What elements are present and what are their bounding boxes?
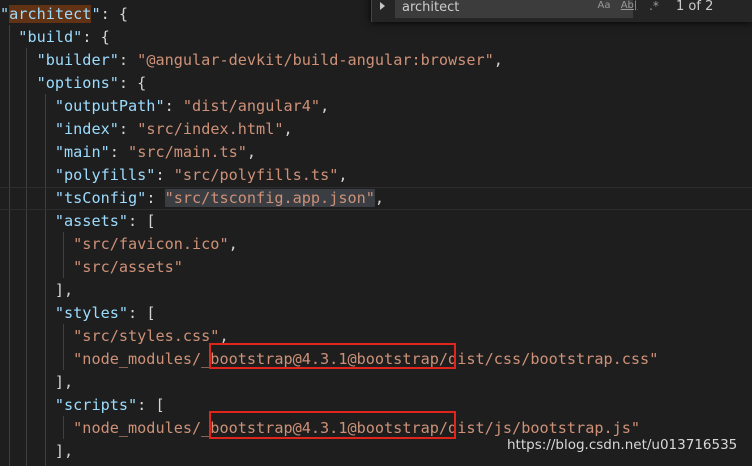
code-line-2[interactable]: "build": { — [0, 26, 752, 49]
code-line-10[interactable]: "assets": [ — [0, 210, 752, 233]
json-key: "options" — [36, 74, 119, 92]
code-punct: ], — [54, 373, 74, 391]
code-punct: : [ — [128, 212, 156, 230]
code-punct: , — [320, 97, 330, 115]
code-punct: , — [246, 143, 257, 161]
code-line-14[interactable]: "styles": [ — [0, 302, 752, 325]
code-line-3[interactable]: "builder": "@angular-devkit/build-angula… — [0, 49, 752, 72]
match-count: 1 of 2 — [676, 0, 714, 14]
json-key: "main" — [54, 143, 110, 161]
code-line-11[interactable]: "src/favicon.ico", — [0, 233, 752, 256]
code-line-17[interactable]: ], — [0, 371, 752, 394]
json-string: "src/polyfills.ts" — [173, 166, 339, 184]
json-key: "polyfills" — [54, 166, 156, 184]
code-line-12[interactable]: "src/assets" — [0, 256, 752, 279]
json-string: "dist/angular4" — [182, 97, 321, 115]
json-string: "node_modules/_bootstrap@4.3.1@bootstrap… — [73, 419, 641, 437]
code-punct: : { — [82, 28, 110, 46]
json-string-selected: "src/tsconfig.app.json" — [164, 189, 375, 207]
code-punct: : [ — [137, 396, 165, 414]
json-key: "styles" — [54, 304, 129, 322]
chevron-right-icon — [380, 2, 385, 10]
json-string: "@angular-devkit/build-angular:browser" — [137, 51, 494, 69]
code-punct: : { — [118, 74, 147, 92]
json-key: "outputPath" — [54, 97, 165, 115]
json-key: "builder" — [36, 51, 119, 69]
json-string: "src/main.ts" — [128, 143, 247, 161]
code-punct: , — [283, 120, 293, 138]
code-punct: , — [374, 189, 385, 207]
code-line-8[interactable]: "polyfills": "src/polyfills.ts", — [0, 164, 752, 187]
code-line-6[interactable]: "index": "src/index.html", — [0, 118, 752, 141]
json-key: "scripts" — [54, 396, 138, 414]
match-case-toggle[interactable]: Aa — [594, 0, 614, 15]
code-punct: , — [493, 51, 503, 69]
code-punct: : [ — [128, 304, 156, 322]
json-key: "tsConfig" — [54, 189, 147, 207]
code-line-4[interactable]: "options": { — [0, 72, 752, 95]
json-key: "index" — [54, 120, 119, 138]
code-line-13[interactable]: ], — [0, 279, 752, 302]
code-punct: , — [338, 166, 348, 184]
code-line-9[interactable]: "tsConfig": "src/tsconfig.app.json", — [0, 187, 752, 210]
quote-char: " — [0, 5, 10, 23]
json-string: "src/index.html" — [137, 120, 284, 138]
json-string: "src/assets" — [73, 258, 183, 276]
code-punct: : { — [100, 5, 129, 23]
code-punct: : — [109, 143, 129, 161]
json-key: "assets" — [54, 212, 129, 230]
json-string: "src/styles.css" — [73, 327, 220, 345]
watermark-url: https://blog.csdn.net/u013716535 — [507, 437, 738, 453]
search-match: architect — [9, 5, 92, 23]
code-punct: : — [118, 120, 138, 138]
code-line-16[interactable]: "node_modules/_bootstrap@4.3.1@bootstrap… — [0, 348, 752, 371]
use-regex-toggle[interactable]: .* — [647, 0, 661, 15]
code-punct: : — [146, 189, 165, 207]
code-editor[interactable]: "architect": { "build": { "builder": "@a… — [0, 0, 752, 466]
code-punct: : — [164, 97, 183, 115]
code-line-5[interactable]: "outputPath": "dist/angular4", — [0, 95, 752, 118]
code-punct: ], — [54, 442, 74, 460]
json-string: "node_modules/_bootstrap@4.3.1@bootstrap… — [73, 350, 659, 368]
toggle-replace-button[interactable] — [371, 0, 394, 22]
code-punct: : — [118, 51, 138, 69]
code-line-15[interactable]: "src/styles.css", — [0, 325, 752, 348]
code-punct: ], — [54, 281, 74, 299]
json-string: "src/favicon.ico" — [73, 235, 229, 253]
find-widget: Aa Ab| .* 1 of 2 — [371, 0, 752, 22]
code-punct: , — [219, 327, 229, 345]
json-key: "build" — [18, 28, 83, 46]
match-whole-word-toggle[interactable]: Ab| — [619, 0, 639, 15]
code-line-18[interactable]: "scripts": [ — [0, 394, 752, 417]
code-punct: : — [155, 166, 174, 184]
code-line-7[interactable]: "main": "src/main.ts", — [0, 141, 752, 164]
code-punct: , — [228, 235, 238, 253]
quote-char: " — [91, 5, 101, 23]
